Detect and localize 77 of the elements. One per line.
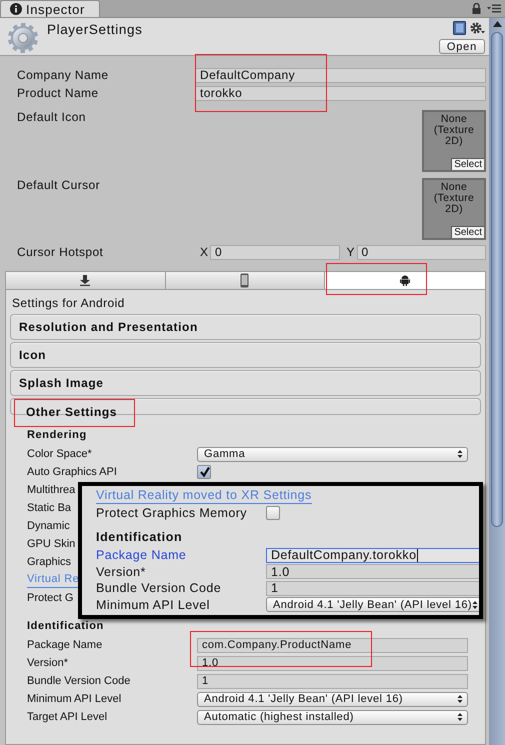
field-label: Version* (96, 564, 146, 579)
field-label: Company Name (17, 68, 110, 82)
foldout-title: Other Settings (26, 406, 118, 418)
text-field[interactable]: com.Company.ProductName (197, 638, 468, 652)
field-label: Multithrea (27, 484, 76, 496)
text-field[interactable]: 1.0 (266, 564, 479, 580)
field-label: Product Name (17, 86, 100, 100)
dropdown[interactable]: Gamma (197, 446, 468, 462)
section-heading: Identification (27, 619, 105, 634)
texture-value: None (Texture 2D) (432, 114, 476, 147)
field-label: Package Name (27, 639, 102, 651)
platform-tab[interactable] (325, 272, 485, 289)
foldout-title: Splash Image (19, 376, 104, 390)
number-field[interactable]: 0 (210, 244, 340, 260)
download-icon (80, 275, 90, 286)
open-button[interactable]: Open (438, 39, 485, 54)
text-field[interactable]: 1.0 (197, 656, 468, 670)
field-label: Graphics (27, 556, 72, 568)
field-label: Dynamic (27, 520, 70, 532)
texture-slot[interactable]: None (Texture 2D) Select (422, 110, 486, 172)
foldout-section[interactable]: Icon (10, 342, 481, 368)
select-button[interactable]: Select (451, 158, 484, 170)
section-heading: Identification (96, 529, 184, 546)
component-title: PlayerSettings (47, 22, 142, 38)
phone-icon (240, 273, 250, 288)
field-label: Default Cursor (17, 178, 101, 192)
number-field[interactable]: 0 (356, 244, 486, 260)
book-icon[interactable] (453, 21, 466, 35)
updown-arrow-icon (457, 449, 463, 459)
text-field[interactable]: 1 (197, 674, 468, 688)
info-icon (10, 3, 22, 15)
scroll-up-icon[interactable] (492, 21, 502, 27)
field-label: Protect Graphics Memory (96, 506, 247, 520)
text-field[interactable]: DefaultCompany.torokko (266, 548, 479, 563)
field-label: Static Ba (27, 502, 72, 514)
field-label: Version* (27, 657, 68, 669)
field-label: Bundle Version Code (27, 675, 130, 687)
field-label: Default Icon (17, 110, 87, 124)
field-label: Cursor Hotspot (17, 245, 104, 259)
section-heading: Rendering (27, 428, 88, 443)
updown-arrow-icon (472, 600, 478, 610)
field-label: Target API Level (27, 711, 108, 723)
text-field[interactable]: 1 (266, 580, 479, 596)
field-label: Color Space* (27, 448, 92, 460)
robot-icon (400, 275, 410, 286)
field-label: Bundle Version Code (96, 581, 222, 596)
field-label: Minimum API Level (96, 598, 210, 612)
field-label: Auto Graphics API (27, 466, 117, 478)
field-label: Protect G (27, 592, 74, 604)
axis-label: X (200, 245, 208, 259)
tab-title: Inspector (26, 2, 85, 16)
foldout-section[interactable]: Splash Image (10, 370, 481, 396)
updown-arrow-icon (457, 694, 463, 704)
panel-tab[interactable]: Inspector (0, 0, 100, 17)
scroll-thumb[interactable] (491, 32, 503, 527)
dropdown[interactable]: Android 4.1 'Jelly Bean' (API level 16) (266, 597, 479, 612)
dropdown[interactable]: Automatic (highest installed) (197, 710, 468, 724)
field-label: Package Name (96, 548, 186, 562)
text-field[interactable]: torokko (195, 86, 486, 100)
foldout-title: Resolution and Presentation (19, 320, 198, 334)
foldout-title: Icon (19, 348, 46, 362)
select-button[interactable]: Select (451, 226, 484, 238)
text-field[interactable]: DefaultCompany (195, 68, 486, 82)
dropdown[interactable]: Android 4.1 'Jelly Bean' (API level 16) (197, 692, 468, 706)
texture-slot[interactable]: None (Texture 2D) Select (422, 178, 486, 240)
field-label: GPU Skin (27, 538, 76, 550)
menu-icon[interactable] (487, 4, 501, 13)
updown-arrow-icon (457, 712, 463, 722)
foldout-section[interactable]: Resolution and Presentation (10, 314, 481, 340)
field-label: Minimum API Level (27, 693, 122, 705)
checkbox[interactable] (266, 506, 280, 520)
panel-title: Settings for Android (11, 295, 126, 312)
axis-label: Y (346, 245, 354, 259)
lock-icon[interactable] (472, 3, 481, 14)
checkbox[interactable] (197, 465, 211, 479)
settings-icon[interactable] (470, 22, 485, 34)
texture-value: None (Texture 2D) (432, 182, 476, 215)
